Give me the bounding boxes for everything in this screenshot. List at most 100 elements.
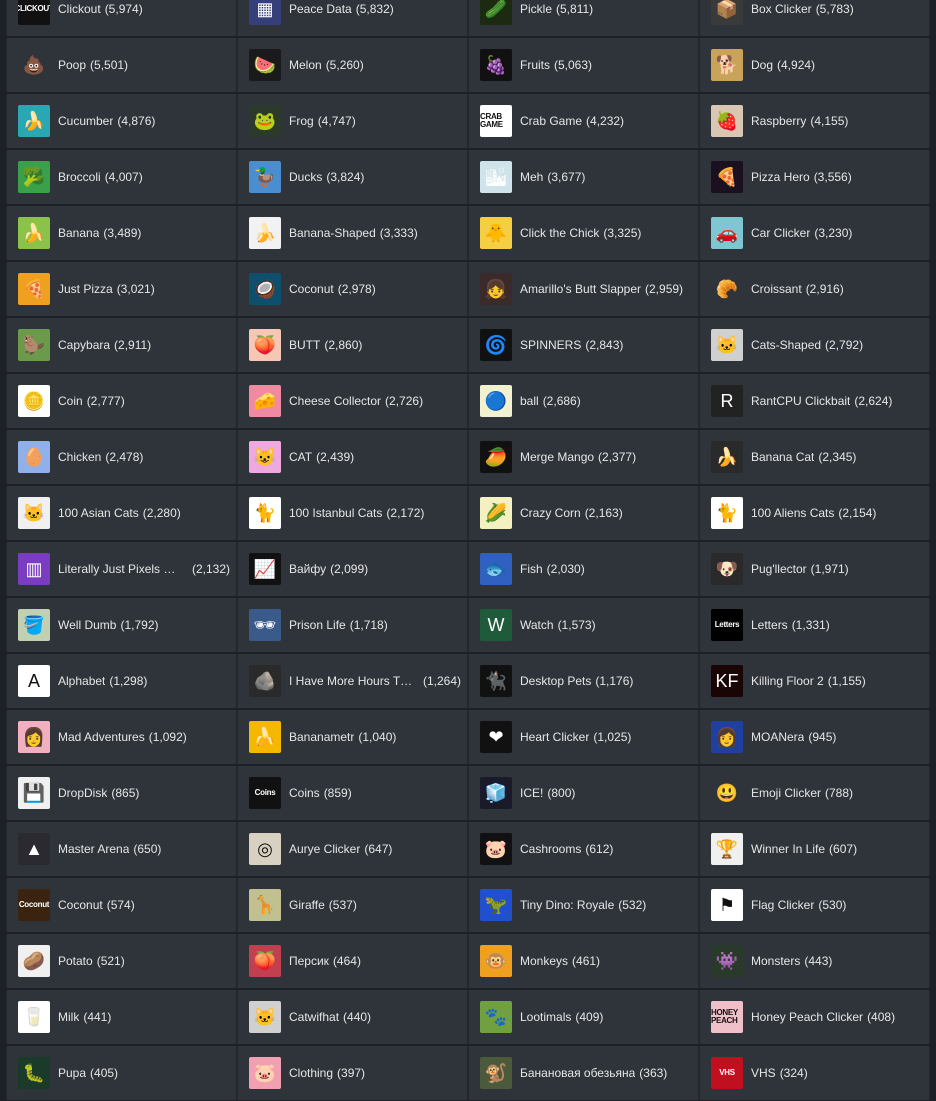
item-card[interactable]: 🥛 Milk (441) <box>6 990 237 1044</box>
item-card[interactable]: 🥥 Coconut (2,978) <box>237 262 468 316</box>
item-count: (530) <box>818 898 847 912</box>
item-count: (408) <box>867 1010 896 1024</box>
item-name: Mad Adventures <box>58 730 145 744</box>
item-card[interactable]: 🐥 Click the Chick (3,325) <box>468 206 699 260</box>
item-card[interactable]: ⚑ Flag Clicker (530) <box>699 878 930 932</box>
item-card[interactable]: 🐒 Банановая обезьяна (363) <box>468 1046 699 1100</box>
item-card[interactable]: 💩 Poop (5,501) <box>6 38 237 92</box>
emoji-icon: 😃 <box>711 777 743 809</box>
ice-icon: 🧊 <box>480 777 512 809</box>
item-card[interactable]: KF Killing Floor 2 (1,155) <box>699 654 930 708</box>
item-card[interactable]: 🏆 Winner In Life (607) <box>699 822 930 876</box>
item-card[interactable]: 🪨 I Have More Hours Th... (1,264) <box>237 654 468 708</box>
item-card[interactable]: 🌀 SPINNERS (2,843) <box>468 318 699 372</box>
item-card[interactable]: 🍌 Bananametr (1,040) <box>237 710 468 764</box>
item-card[interactable]: 🐵 Monkeys (461) <box>468 934 699 988</box>
item-card[interactable]: ▲ Master Arena (650) <box>6 822 237 876</box>
item-card[interactable]: 🕶 Prison Life (1,718) <box>237 598 468 652</box>
item-card[interactable]: ▥ Literally Just Pixels On... (2,132) <box>6 542 237 596</box>
item-card[interactable]: 🐟 Fish (2,030) <box>468 542 699 596</box>
item-card[interactable]: 🍑 Персик (464) <box>237 934 468 988</box>
item-card[interactable]: 🍌 Cucumber (4,876) <box>6 94 237 148</box>
item-card[interactable]: 🍇 Fruits (5,063) <box>468 38 699 92</box>
item-card[interactable]: 🐷 Cashrooms (612) <box>468 822 699 876</box>
item-card[interactable]: 🐈 100 Aliens Cats (2,154) <box>699 486 930 540</box>
item-card[interactable]: 🐱 Catwifhat (440) <box>237 990 468 1044</box>
item-card[interactable]: 🌽 Crazy Corn (2,163) <box>468 486 699 540</box>
item-card[interactable]: 🥚 Chicken (2,478) <box>6 430 237 484</box>
item-card[interactable]: 🧀 Cheese Collector (2,726) <box>237 374 468 428</box>
item-card[interactable]: 🐱 Cats-Shaped (2,792) <box>699 318 930 372</box>
item-card[interactable]: ▦ Peace Data (5,832) <box>237 0 468 36</box>
item-count: (4,747) <box>317 114 356 128</box>
item-card[interactable]: W Watch (1,573) <box>468 598 699 652</box>
item-card[interactable]: 🥭 Merge Mango (2,377) <box>468 430 699 484</box>
item-card[interactable]: 👧 Amarillo's Butt Slapper (2,959) <box>468 262 699 316</box>
item-card[interactable]: CLICKOUT Clickout(5,974) <box>6 0 237 36</box>
item-card[interactable]: A Alphabet (1,298) <box>6 654 237 708</box>
item-card[interactable]: 🔵 ball (2,686) <box>468 374 699 428</box>
item-card[interactable]: 🧊 ICE! (800) <box>468 766 699 820</box>
item-card[interactable]: 🦖 Tiny Dino: Royale (532) <box>468 878 699 932</box>
item-card[interactable]: 📦 Box Clicker (5,783) <box>699 0 930 36</box>
item-card[interactable]: 🍌 Banana-Shaped (3,333) <box>237 206 468 260</box>
item-card[interactable]: 🦆 Ducks (3,824) <box>237 150 468 204</box>
item-card[interactable]: ◎ Aurye Clicker (647) <box>237 822 468 876</box>
item-card[interactable]: Coins Coins (859) <box>237 766 468 820</box>
item-card[interactable]: VHS VHS (324) <box>699 1046 930 1100</box>
item-name: Honey Peach Clicker <box>751 1010 864 1024</box>
item-card[interactable]: Letters Letters (1,331) <box>699 598 930 652</box>
item-count: (3,824) <box>326 170 365 184</box>
item-card[interactable]: 🍕 Pizza Hero (3,556) <box>699 150 930 204</box>
item-card[interactable]: 🐸 Frog (4,747) <box>237 94 468 148</box>
item-card[interactable]: 👩 MOANera (945) <box>699 710 930 764</box>
item-card[interactable]: 🥦 Broccoli (4,007) <box>6 150 237 204</box>
item-card[interactable]: 🐛 Pupa (405) <box>6 1046 237 1100</box>
item-card[interactable]: 🐾 Lootimals (409) <box>468 990 699 1044</box>
item-card[interactable]: 🥔 Potato (521) <box>6 934 237 988</box>
item-card[interactable]: 🦫 Capybara (2,911) <box>6 318 237 372</box>
item-card[interactable]: 👾 Monsters (443) <box>699 934 930 988</box>
item-card[interactable]: 🍑 BUTT (2,860) <box>237 318 468 372</box>
item-card[interactable]: 👩 Mad Adventures (1,092) <box>6 710 237 764</box>
item-card[interactable]: R RantCPU Clickbait (2,624) <box>699 374 930 428</box>
item-card[interactable]: 🍕 Just Pizza (3,021) <box>6 262 237 316</box>
item-card[interactable]: 🍌 Banana (3,489) <box>6 206 237 260</box>
item-card[interactable]: 😺 CAT (2,439) <box>237 430 468 484</box>
item-card[interactable]: 💾 DropDisk (865) <box>6 766 237 820</box>
item-name: Merge Mango <box>520 450 595 464</box>
item-card[interactable]: 🐱 100 Asian Cats (2,280) <box>6 486 237 540</box>
item-card[interactable]: 🍓 Raspberry (4,155) <box>699 94 930 148</box>
item-card[interactable]: 🦒 Giraffe (537) <box>237 878 468 932</box>
item-card[interactable]: 🚗 Car Clicker (3,230) <box>699 206 930 260</box>
item-name: Aurye Clicker <box>289 842 361 856</box>
item-label: Capybara (2,911) <box>58 338 236 352</box>
item-card[interactable]: 🪣 Well Dumb (1,792) <box>6 598 237 652</box>
item-count: (2,377) <box>598 450 637 464</box>
item-card[interactable]: 🍉 Melon (5,260) <box>237 38 468 92</box>
item-label: Banana (3,489) <box>58 226 236 240</box>
item-card[interactable]: CRAB GAME Crab Game (4,232) <box>468 94 699 148</box>
item-card[interactable]: 🏙 Meh (3,677) <box>468 150 699 204</box>
grid-row: ▲ Master Arena (650) ◎ Aurye Clicker (647) 🐷 Ca… <box>0 821 936 877</box>
item-card[interactable]: 🐈 100 Istanbul Cats (2,172) <box>237 486 468 540</box>
item-card[interactable]: 🐈‍⬛ Desktop Pets (1,176) <box>468 654 699 708</box>
item-card[interactable]: 🐶 Pug'llector (1,971) <box>699 542 930 596</box>
item-card[interactable]: 🥐 Croissant (2,916) <box>699 262 930 316</box>
item-count: (2,172) <box>386 506 425 520</box>
item-card[interactable]: Coconut Coconut (574) <box>6 878 237 932</box>
item-card[interactable]: 🐕 Dog (4,924) <box>699 38 930 92</box>
item-card[interactable]: HONEY PEACH Honey Peach Clicker (408) <box>699 990 930 1044</box>
item-card[interactable]: 🍌 Banana Cat (2,345) <box>699 430 930 484</box>
item-label: Crab Game (4,232) <box>520 114 698 128</box>
item-card[interactable]: 📈 Вайфу (2,099) <box>237 542 468 596</box>
item-count: (1,264) <box>422 674 461 688</box>
item-name: Clothing <box>289 1066 334 1080</box>
capybara-icon: 🦫 <box>18 329 50 361</box>
item-card[interactable]: 🐷 Clothing (397) <box>237 1046 468 1100</box>
item-card[interactable]: 🪙 Coin (2,777) <box>6 374 237 428</box>
item-card[interactable]: 🥒 Pickle (5,811) <box>468 0 699 36</box>
item-card[interactable]: ❤ Heart Clicker (1,025) <box>468 710 699 764</box>
item-card[interactable]: 😃 Emoji Clicker (788) <box>699 766 930 820</box>
item-count: (3,021) <box>116 282 155 296</box>
